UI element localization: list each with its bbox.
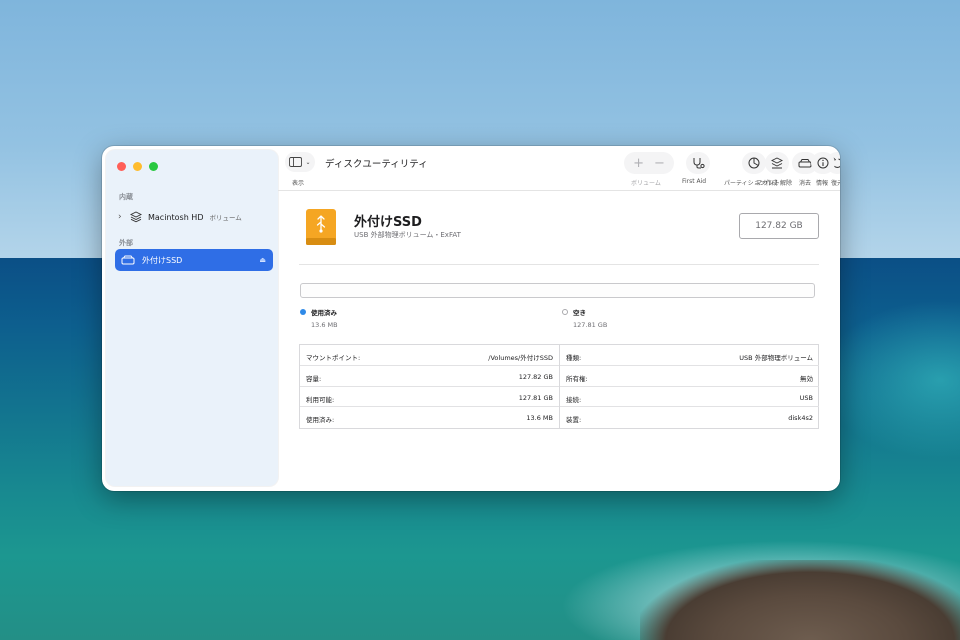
info-value: 127.82 GB [518, 372, 553, 381]
disk-utility-window: 内蔵 › Macintosh HD ボリューム 外部 外付けSSD ⏏ ⌄ 表示 [102, 146, 840, 491]
unmount-label: マウント解除 [756, 180, 793, 187]
table-row: 装置: disk4s2 [560, 407, 819, 428]
first-aid-button[interactable] [686, 152, 710, 174]
usage-bar [300, 283, 815, 298]
legend-used-value: 13.6 MB [311, 321, 338, 329]
chevron-down-icon: ⌄ [305, 158, 311, 166]
used-dot-icon [300, 309, 306, 315]
sidebar-section-internal: 内蔵 [119, 193, 133, 201]
minimize-window-button[interactable] [133, 162, 142, 171]
info-column-left: マウントポイント: /Volumes/外付けSSD 容量: 127.82 GB … [300, 345, 559, 428]
wallpaper-sea-highlight [820, 300, 960, 460]
layers-icon [130, 211, 142, 223]
restore-label: 復元 [831, 180, 840, 187]
remove-volume-icon[interactable]: − [654, 156, 665, 171]
external-drive-icon [305, 208, 337, 246]
chevron-right-icon[interactable]: › [118, 212, 128, 222]
zoom-window-button[interactable] [149, 162, 158, 171]
partition-pie-icon [748, 157, 760, 169]
info-value: 127.81 GB [518, 393, 553, 402]
info-value: 無効 [800, 374, 813, 383]
eject-icon[interactable]: ⏏ [259, 256, 266, 264]
stethoscope-icon [692, 157, 705, 169]
unmount-icon [771, 157, 783, 169]
legend-used: 使用済み [300, 307, 337, 317]
first-aid-label: First Aid [682, 178, 707, 185]
sidebar-item-macintosh-hd[interactable]: › Macintosh HD ボリューム [115, 206, 273, 228]
info-key: 種類: [566, 354, 582, 362]
info-key: 接続: [566, 395, 582, 404]
sidebar-toggle-icon [289, 157, 303, 167]
disk-subtitle: USB 外部物理ボリューム・ExFAT [354, 231, 461, 239]
free-dot-icon [562, 309, 568, 315]
info-table: マウントポイント: /Volumes/外付けSSD 容量: 127.82 GB … [299, 344, 819, 429]
table-row: マウントポイント: /Volumes/外付けSSD [300, 345, 559, 366]
window-title: ディスクユーティリティ [325, 159, 428, 170]
table-row: 使用済み: 13.6 MB [300, 407, 559, 428]
partition-button[interactable] [742, 152, 766, 174]
capacity-badge: 127.82 GB [739, 213, 819, 239]
info-label: 情報 [816, 180, 829, 187]
unmount-button[interactable] [765, 152, 789, 174]
info-key: 容量: [306, 374, 322, 383]
info-value: USB 外部物理ボリューム [739, 354, 813, 362]
table-row: 容量: 127.82 GB [300, 366, 559, 387]
table-row: 種類: USB 外部物理ボリューム [560, 345, 819, 366]
info-value: /Volumes/外付けSSD [488, 354, 553, 362]
info-key: 利用可能: [306, 395, 335, 404]
sidebar: 内蔵 › Macintosh HD ボリューム 外部 外付けSSD ⏏ [106, 150, 278, 486]
info-value: disk4s2 [788, 414, 813, 423]
sidebar-item-external-ssd[interactable]: 外付けSSD ⏏ [115, 249, 273, 271]
info-key: 所有権: [566, 374, 588, 383]
table-row: 利用可能: 127.81 GB [300, 387, 559, 408]
legend-free-label: 空き [573, 309, 586, 317]
info-column-right: 種類: USB 外部物理ボリューム 所有権: 無効 接続: USB 装置: di… [559, 345, 819, 428]
info-icon [817, 157, 829, 169]
sidebar-item-label: 外付けSSD [142, 255, 183, 265]
view-label: 表示 [292, 180, 305, 187]
legend-free: 空き [562, 307, 586, 317]
wallpaper-rocks [640, 560, 960, 640]
close-window-button[interactable] [117, 162, 126, 171]
sidebar-item-label: Macintosh HD [148, 212, 204, 222]
info-value: USB [799, 393, 813, 402]
info-button[interactable] [811, 152, 835, 174]
erase-label: 消去 [799, 180, 812, 187]
table-row: 接続: USB [560, 387, 819, 408]
disk-name: 外付けSSD [354, 215, 422, 230]
table-row: 所有権: 無効 [560, 366, 819, 387]
volume-label: ボリューム [631, 180, 661, 187]
volume-button-group: + − [624, 152, 674, 174]
legend-free-value: 127.81 GB [573, 321, 608, 329]
add-volume-icon[interactable]: + [633, 156, 644, 171]
legend-used-label: 使用済み [311, 309, 337, 317]
info-key: 装置: [566, 416, 582, 425]
sidebar-item-sublabel: ボリューム [209, 214, 242, 222]
main-panel: 外付けSSD USB 外部物理ボリューム・ExFAT 127.82 GB 使用済… [278, 191, 840, 491]
erase-drive-icon [798, 158, 812, 168]
sidebar-section-external: 外部 [119, 239, 133, 247]
drive-icon [121, 255, 135, 265]
info-value: 13.6 MB [526, 414, 553, 423]
divider [299, 264, 819, 265]
info-key: 使用済み: [306, 416, 335, 425]
info-key: マウントポイント: [306, 354, 361, 362]
view-menu-button[interactable]: ⌄ [285, 152, 315, 172]
